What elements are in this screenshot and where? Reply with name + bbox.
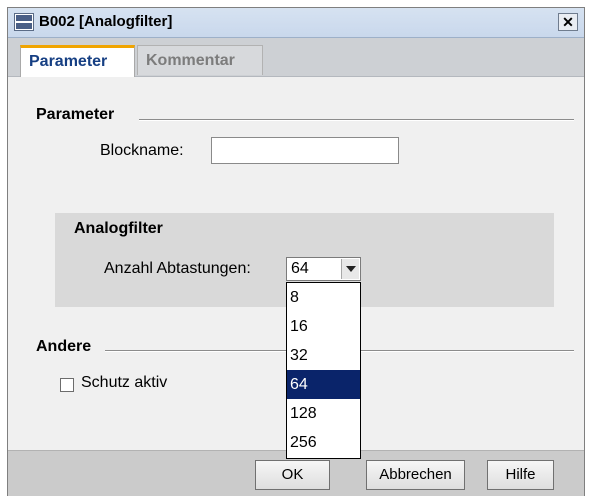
- tab-strip: Parameter Kommentar: [8, 38, 584, 77]
- close-icon: ✕: [562, 14, 574, 30]
- other-section-title: Andere: [36, 338, 92, 355]
- parameter-section-title: Parameter: [36, 106, 115, 123]
- samples-selected-value: 64: [291, 260, 309, 277]
- option-16[interactable]: 16: [287, 312, 360, 341]
- samples-label: Anzahl Abtastungen:: [104, 260, 251, 277]
- blockname-label: Blockname:: [100, 142, 184, 159]
- samples-options-list: 8 16 32 64 128 256: [286, 282, 361, 459]
- analogfilter-group-title: Analogfilter: [74, 220, 163, 237]
- window-title: B002 [Analogfilter]: [39, 13, 173, 30]
- ok-button[interactable]: OK: [255, 460, 330, 490]
- section-divider: [139, 119, 574, 121]
- chevron-down-icon[interactable]: [341, 259, 359, 279]
- protection-checkbox[interactable]: [60, 378, 74, 392]
- option-8[interactable]: 8: [287, 283, 360, 312]
- blockname-input[interactable]: [211, 137, 399, 164]
- tab-kommentar[interactable]: Kommentar: [137, 45, 263, 75]
- logo-icon: [14, 13, 34, 31]
- option-256[interactable]: 256: [287, 428, 360, 457]
- protection-label: Schutz aktiv: [81, 374, 168, 391]
- option-128[interactable]: 128: [287, 399, 360, 428]
- dialog-window: B002 [Analogfilter] ✕ Parameter Kommenta…: [7, 7, 585, 496]
- samples-dropdown[interactable]: 64: [286, 257, 361, 281]
- close-button[interactable]: ✕: [558, 13, 578, 31]
- cancel-button[interactable]: Abbrechen: [366, 460, 465, 490]
- help-button[interactable]: Hilfe: [487, 460, 554, 490]
- title-bar[interactable]: B002 [Analogfilter] ✕: [8, 8, 584, 38]
- option-32[interactable]: 32: [287, 341, 360, 370]
- tab-parameter[interactable]: Parameter: [20, 45, 135, 77]
- option-64[interactable]: 64: [287, 370, 360, 399]
